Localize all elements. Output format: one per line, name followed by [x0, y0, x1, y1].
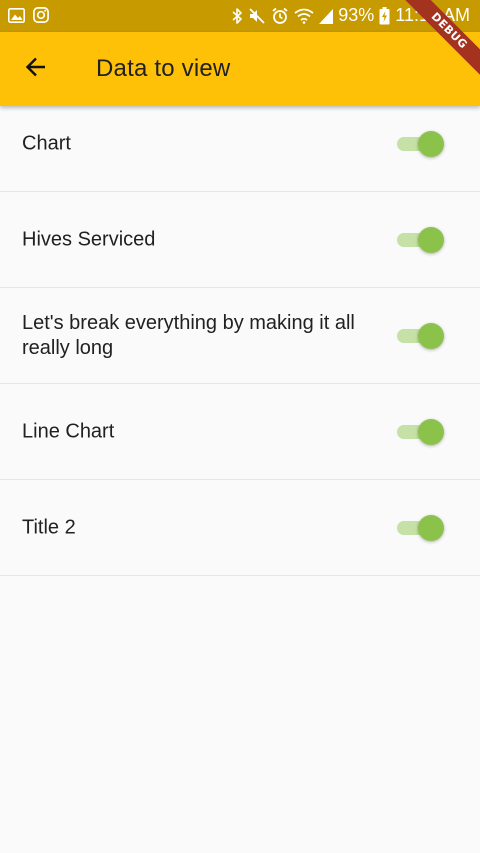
- switch-thumb: [418, 226, 444, 253]
- battery-percentage: 93%: [338, 5, 375, 25]
- back-button[interactable]: [16, 49, 56, 89]
- status-left: [8, 7, 49, 28]
- toggle-switch[interactable]: [397, 322, 445, 350]
- bluetooth-icon: [231, 7, 243, 25]
- arrow-back-icon: [24, 55, 48, 84]
- list-item-label: Hives Serviced: [22, 228, 156, 250]
- app-bar: Data to view: [0, 32, 480, 106]
- list-item: Line Chart: [0, 384, 480, 480]
- mute-icon: [248, 7, 266, 25]
- switch-thumb: [418, 418, 444, 445]
- wifi-icon: [294, 8, 314, 24]
- list-item-label: Let's break everything by making it all …: [22, 311, 355, 359]
- alarm-icon: [271, 7, 289, 25]
- list-item: Hives Serviced: [0, 192, 480, 288]
- toggle-switch[interactable]: [397, 226, 445, 254]
- list-item-label: Title 2: [22, 516, 76, 538]
- switch-thumb: [418, 130, 444, 157]
- battery-icon: [379, 6, 390, 25]
- list-item: Let's break everything by making it all …: [0, 288, 480, 384]
- toggle-switch[interactable]: [397, 130, 445, 158]
- page-title: Data to view: [96, 55, 231, 82]
- list-item: Chart: [0, 96, 480, 192]
- data-toggle-list: Chart Hives Serviced Let's break everyth…: [0, 96, 480, 576]
- switch-thumb: [418, 322, 444, 349]
- list-item-label: Line Chart: [22, 420, 115, 442]
- instagram-icon: [33, 7, 49, 28]
- switch-thumb: [418, 514, 444, 541]
- toggle-switch[interactable]: [397, 418, 445, 446]
- gallery-icon: [8, 7, 25, 28]
- toggle-switch[interactable]: [397, 514, 445, 542]
- signal-icon: [319, 8, 334, 24]
- status-bar: 93% 11:12 AM: [0, 0, 480, 32]
- list-item-label: Chart: [22, 132, 71, 154]
- list-item: Title 2: [0, 480, 480, 576]
